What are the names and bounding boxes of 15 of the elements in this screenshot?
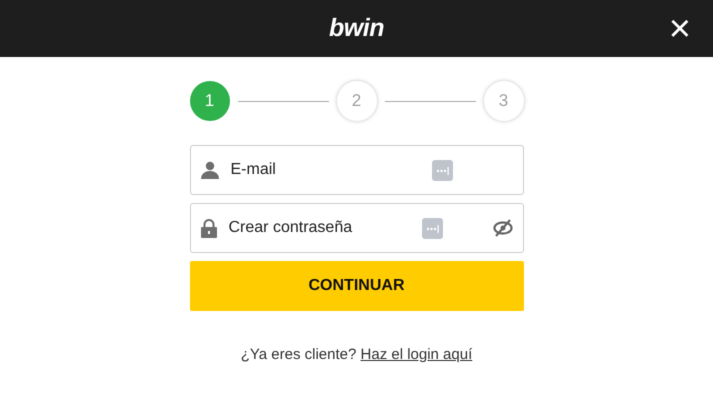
step-indicator: 2 (336, 81, 376, 121)
login-link[interactable]: Haz el login aquí (360, 346, 472, 363)
step-indicator: 1 (190, 81, 230, 121)
close-button[interactable]: × (664, 10, 695, 48)
user-icon (200, 161, 218, 179)
continue-button[interactable]: CONTINUAR (190, 261, 524, 311)
password-field[interactable]: Crear contraseña (190, 203, 524, 253)
hide-password-icon[interactable] (492, 219, 512, 237)
keyboard-icon (422, 218, 442, 238)
lock-icon (200, 218, 216, 238)
keyboard-icon (432, 160, 452, 180)
logo: bwin (329, 12, 384, 44)
footer-text: ¿Ya eres cliente? (240, 346, 356, 363)
email-field[interactable]: E-mail (190, 145, 524, 195)
step-indicator: 3 (484, 81, 524, 121)
